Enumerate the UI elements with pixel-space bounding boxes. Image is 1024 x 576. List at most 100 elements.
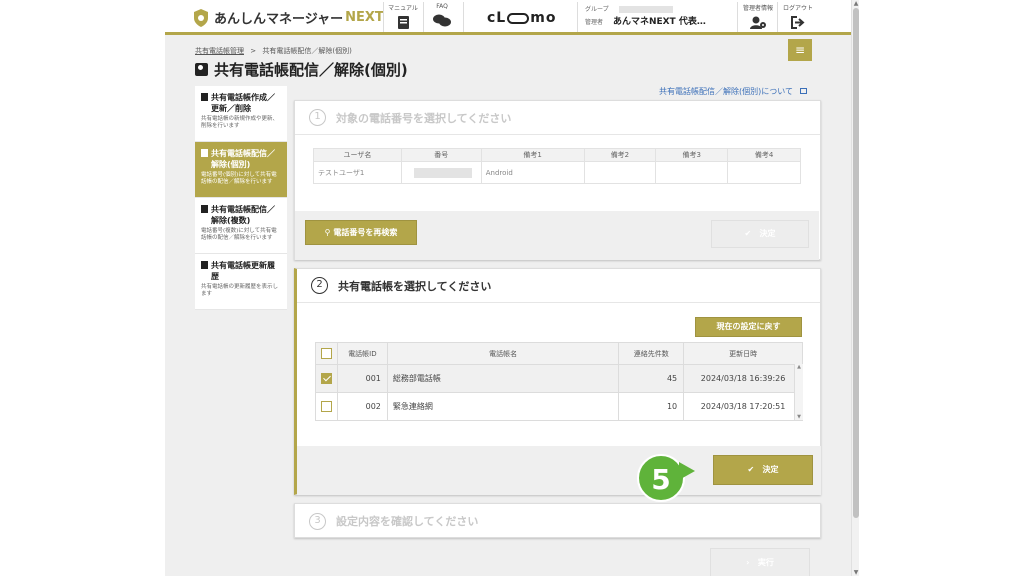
group-info: グループ 管理者 あんマネNEXT 代表… [585, 4, 706, 29]
note4-cell [727, 161, 801, 184]
step1-title: 対象の電話番号を選択してください [336, 111, 512, 125]
divider [577, 2, 578, 32]
breadcrumb-current: 共有電話帳配信／解除(個別) [262, 47, 352, 55]
help-link-text: 共有電話帳配信／解除(個別)について [659, 87, 794, 96]
faq-link[interactable]: FAQ [427, 3, 457, 27]
scroll-up-icon[interactable]: ▲ [852, 0, 860, 7]
page-title: 共有電話帳配信／解除(個別) [195, 59, 408, 80]
table-scrollbar[interactable]: ▲ ▼ [794, 364, 803, 420]
callout-arrow-icon [679, 462, 695, 480]
admin-info-link[interactable]: 管理者情報 [740, 3, 776, 29]
contact-count-cell: 10 [618, 392, 685, 421]
contact-card-icon [195, 63, 208, 76]
sidebar-item-create-update[interactable]: 共有電話帳作成／更新／削除 共有電話帳の新規作成や更新、削除を行います [195, 86, 287, 142]
chat-bubbles-icon [433, 14, 451, 27]
scrollbar-thumb[interactable] [853, 8, 859, 518]
step2-panel: 2 共有電話帳を選択してください 現在の設定に戻す 電話帳ID 電話帳名 連絡先… [294, 268, 821, 495]
manual-label: マニュアル [388, 5, 418, 12]
phonebook-name-cell: 総務部電話帳 [386, 364, 620, 393]
step-callout-badge: 5 [637, 454, 685, 502]
reset-label: 現在の設定に戻す [716, 322, 781, 331]
breadcrumb-separator: > [250, 47, 257, 55]
sidebar-item-title: 共有電話帳作成／更新／削除 [201, 92, 281, 114]
sidebar-item-desc: 電話番号(個別)に対して共有電話帳の配信／解除を行います [201, 172, 277, 185]
browser-viewport: あんしんマネージャー NEXT マニュアル FAQ cL mo グループ 管理者 あ… [165, 0, 851, 576]
phonebook-table: 電話帳ID 電話帳名 連絡先件数 更新日時 001 総務部電話帳 45 2024… [315, 342, 803, 421]
note3-cell [655, 161, 729, 184]
col-header: ユーザ名 [313, 148, 402, 162]
step3-title: 設定内容を確認してください [336, 515, 479, 528]
scroll-down-icon[interactable]: ▼ [852, 569, 860, 576]
check-icon: ✔ [747, 465, 755, 474]
reset-settings-button[interactable]: 現在の設定に戻す [695, 317, 802, 337]
admin-label: 管理者 [585, 19, 604, 26]
row-checkbox[interactable] [320, 373, 332, 384]
clomo-logo: cL mo [487, 10, 557, 26]
table-row[interactable]: 001 総務部電話帳 45 2024/03/18 16:39:26 [315, 364, 803, 393]
phonebook-name-cell: 緊急連絡網 [386, 392, 620, 421]
decide-label: 決定 [759, 229, 776, 238]
app-name: あんしんマネージャー [214, 12, 344, 27]
research-number-button[interactable]: ⚲ 電話番号を再検索 [305, 220, 417, 245]
scroll-down-icon: ▼ [797, 414, 801, 420]
divider [777, 2, 778, 32]
select-all-checkbox[interactable] [320, 348, 332, 359]
col-header: 電話帳名 [386, 342, 620, 365]
divider [383, 2, 384, 32]
step1-decide-button[interactable]: ✔ 決定 [711, 220, 809, 248]
row-checkbox-cell [315, 392, 338, 421]
book-icon [397, 16, 409, 29]
col-header: 備考3 [655, 148, 729, 162]
chevron-right-icon: › [746, 558, 750, 567]
sidebar-item-title: 共有電話帳配信／解除(個別) [201, 148, 281, 170]
group-value-redacted [618, 6, 673, 13]
app-suffix: NEXT [345, 10, 384, 25]
user-name-cell: テストユーザ1 [313, 161, 402, 184]
logout-link[interactable]: ログアウト [780, 3, 816, 29]
step2-number: 2 [311, 277, 328, 294]
research-label: 電話番号を再検索 [333, 228, 398, 237]
sidebar-item-history[interactable]: 共有電話帳更新履歴 共有電話帳の更新履歴を表示します [195, 254, 287, 310]
step1-panel: 1 対象の電話番号を選択してください ユーザ名 番号 備考1 備考2 備考3 備… [294, 100, 821, 260]
step3-panel: 3 設定内容を確認してください [294, 503, 821, 538]
note1-cell: Android [480, 161, 585, 184]
step1-footer: ⚲ 電話番号を再検索 ✔ 決定 [295, 211, 819, 260]
help-link[interactable]: 共有電話帳配信／解除(個別)について [659, 86, 807, 97]
user-settings-icon [749, 16, 766, 29]
page-scrollbar[interactable]: ▲ ▼ [851, 0, 859, 576]
sidebar-item-deliver-individual[interactable]: 共有電話帳配信／解除(個別) 電話番号(個別)に対して共有電話帳の配信／解除を行… [195, 142, 287, 198]
step2-decide-button[interactable]: ✔ 決定 [713, 455, 813, 485]
step2-title: 共有電話帳を選択してください [338, 279, 492, 293]
contact-count-cell: 45 [618, 364, 685, 393]
manual-link[interactable]: マニュアル [388, 3, 418, 29]
run-label: 実行 [757, 558, 774, 567]
page-title-text: 共有電話帳配信／解除(個別) [214, 61, 408, 79]
col-header: 連絡先件数 [618, 342, 685, 365]
app-header: あんしんマネージャー NEXT マニュアル FAQ cL mo グループ 管理者 あ… [165, 0, 851, 35]
note2-cell [583, 161, 657, 184]
table-row: テストユーザ1 Android [313, 161, 801, 184]
col-header: 備考4 [727, 148, 801, 162]
run-button[interactable]: › 実行 [710, 548, 810, 576]
row-checkbox[interactable] [320, 401, 332, 412]
table-row[interactable]: 002 緊急連絡網 10 2024/03/18 17:20:51 [315, 392, 803, 421]
faq-label: FAQ [436, 3, 448, 10]
divider [737, 2, 738, 32]
col-header: 備考1 [480, 148, 585, 162]
search-icon: ⚲ [324, 228, 331, 237]
menu-toggle-button[interactable]: ≡ [788, 39, 812, 61]
app-logo[interactable]: あんしんマネージャー NEXT [193, 8, 384, 27]
sidebar-item-desc: 共有電話帳の新規作成や更新、削除を行います [201, 116, 279, 129]
logout-icon [791, 16, 805, 29]
sidebar-item-desc: 電話番号(複数)に対して共有電話帳の配信／解除を行います [201, 228, 277, 241]
sidebar-item-title: 共有電話帳更新履歴 [201, 260, 281, 282]
col-header: 電話帳ID [336, 342, 388, 365]
logout-label: ログアウト [782, 5, 813, 12]
breadcrumb-root-link[interactable]: 共有電話帳管理 [195, 47, 244, 55]
phonebook-id-cell: 001 [336, 364, 388, 393]
step2-header: 2 共有電話帳を選択してください [297, 269, 820, 303]
sidebar-item-title: 共有電話帳配信／解除(複数) [201, 204, 281, 226]
sidebar-item-deliver-multiple[interactable]: 共有電話帳配信／解除(複数) 電話番号(複数)に対して共有電話帳の配信／解除を行… [195, 198, 287, 254]
phone-number-cell [400, 161, 482, 184]
phonebook-id-cell: 002 [336, 392, 388, 421]
